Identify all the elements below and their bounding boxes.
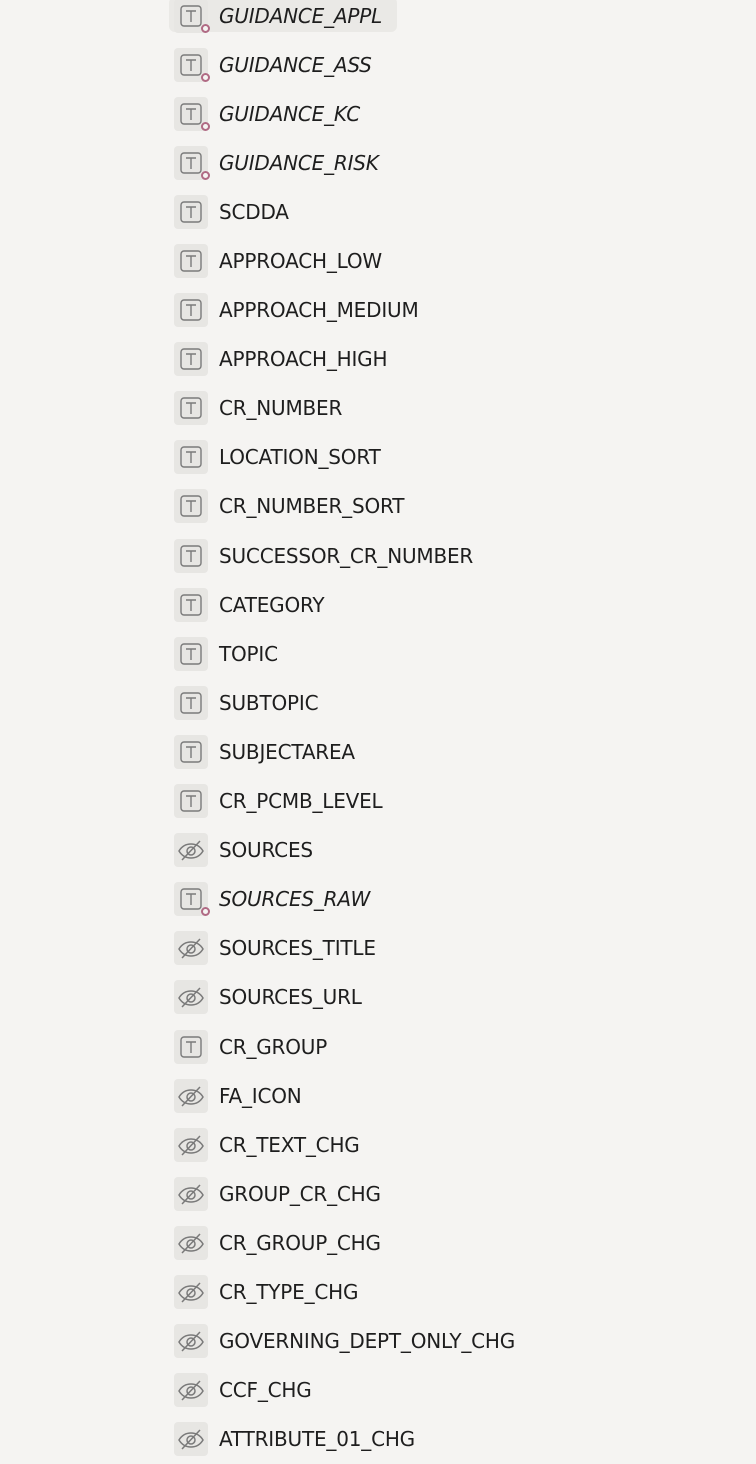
hidden-eye-icon (174, 1324, 208, 1359)
field-label: APPROACH_MEDIUM (219, 298, 419, 323)
list-item[interactable]: APPROACH_HIGH (0, 335, 756, 384)
list-item[interactable]: LOCATION_SORT (0, 433, 756, 482)
text-field-icon (174, 587, 208, 622)
hidden-eye-icon (174, 980, 208, 1015)
field-label: FA_ICON (219, 1083, 302, 1108)
text-field-icon (174, 734, 208, 769)
list-item[interactable]: SCDDA (0, 187, 756, 236)
hidden-eye-icon (174, 1274, 208, 1309)
calculated-marker-icon (201, 907, 210, 917)
field-label: GUIDANCE_APPL (219, 3, 383, 28)
field-label: CR_GROUP (219, 1034, 328, 1059)
text-field-icon (174, 244, 208, 279)
hidden-eye-icon (174, 1127, 208, 1162)
list-item[interactable]: SOURCES_URL (0, 973, 756, 1022)
hidden-eye-icon (174, 833, 208, 868)
calculated-marker-icon (201, 121, 210, 131)
field-label: SOURCES (219, 838, 313, 863)
text-field-icon (174, 489, 208, 524)
list-item[interactable]: TOPIC (0, 629, 756, 678)
text-field-icon (174, 342, 208, 377)
text-field-icon (174, 194, 208, 229)
field-label: APPROACH_HIGH (219, 347, 388, 372)
list-item[interactable]: GUIDANCE_APPL (0, 0, 756, 40)
list-item[interactable]: GUIDANCE_KC (0, 89, 756, 138)
field-label: CR_NUMBER_SORT (219, 494, 405, 519)
list-item[interactable]: CATEGORY (0, 580, 756, 629)
text-field-icon (174, 784, 208, 819)
list-item[interactable]: CR_GROUP (0, 1022, 756, 1071)
field-label: CR_PCMB_LEVEL (219, 789, 383, 814)
list-item[interactable]: CR_NUMBER_SORT (0, 482, 756, 531)
list-item[interactable]: FA_ICON (0, 1071, 756, 1120)
text-field-icon (174, 636, 208, 671)
field-label: APPROACH_LOW (219, 249, 382, 274)
list-item[interactable]: GUIDANCE_ASS (0, 40, 756, 89)
calculated-marker-icon (201, 170, 210, 180)
field-label: SCDDA (219, 199, 289, 224)
list-item[interactable]: SOURCES_RAW (0, 875, 756, 924)
list-item[interactable]: CCF_CHG (0, 1366, 756, 1415)
text-field-icon (174, 685, 208, 720)
text-field-icon (174, 538, 208, 573)
field-label: SUBJECTAREA (219, 739, 355, 764)
field-label: GUIDANCE_KC (219, 101, 361, 126)
hidden-eye-icon (174, 1422, 208, 1457)
field-list: GUIDANCE_APPL GUIDANCE_ASS GUIDANCE_KC GUID… (0, 0, 756, 1464)
list-item[interactable]: GUIDANCE_RISK (0, 138, 756, 187)
field-label: SOURCES_RAW (219, 887, 371, 912)
text-field-icon (174, 96, 210, 131)
field-label: GROUP_CR_CHG (219, 1181, 381, 1206)
list-item[interactable]: GROUP_CR_CHG (0, 1169, 756, 1218)
text-field-icon (174, 1029, 208, 1064)
list-item[interactable]: CR_PCMB_LEVEL (0, 777, 756, 826)
field-label: TOPIC (219, 641, 278, 666)
text-field-icon (174, 882, 210, 917)
list-item[interactable]: SUCCESSOR_CR_NUMBER (0, 531, 756, 580)
field-label: GOVERNING_DEPT_ONLY_CHG (219, 1329, 516, 1354)
text-field-icon (174, 440, 208, 475)
hidden-eye-icon (174, 931, 208, 966)
field-label: LOCATION_SORT (219, 445, 381, 470)
field-label: GUIDANCE_ASS (219, 52, 372, 77)
list-item[interactable]: APPROACH_MEDIUM (0, 286, 756, 335)
field-label: CATEGORY (219, 592, 325, 617)
text-field-icon (174, 293, 208, 328)
field-label: SOURCES_TITLE (219, 936, 376, 961)
list-item[interactable]: APPROACH_LOW (0, 236, 756, 285)
list-item[interactable]: CR_GROUP_CHG (0, 1218, 756, 1267)
field-label: CR_TYPE_CHG (219, 1279, 359, 1304)
list-item[interactable]: CR_TYPE_CHG (0, 1267, 756, 1316)
hidden-eye-icon (174, 1176, 208, 1211)
field-label: ATTRIBUTE_01_CHG (219, 1427, 415, 1452)
calculated-marker-icon (201, 23, 210, 33)
list-item[interactable]: SUBJECTAREA (0, 727, 756, 776)
hidden-eye-icon (174, 1078, 208, 1113)
text-field-icon (174, 391, 208, 426)
hidden-eye-icon (174, 1225, 208, 1260)
field-label: SUCCESSOR_CR_NUMBER (219, 543, 474, 568)
text-field-icon (174, 47, 210, 82)
field-label: CR_GROUP_CHG (219, 1230, 381, 1255)
list-item[interactable]: CR_NUMBER (0, 384, 756, 433)
field-label: CR_NUMBER (219, 396, 343, 421)
list-item[interactable]: GOVERNING_DEPT_ONLY_CHG (0, 1317, 756, 1366)
field-label: SOURCES_URL (219, 985, 362, 1010)
list-item[interactable]: CR_TEXT_CHG (0, 1120, 756, 1169)
calculated-marker-icon (201, 72, 210, 82)
list-item[interactable]: SOURCES_TITLE (0, 924, 756, 973)
list-item[interactable]: SUBTOPIC (0, 678, 756, 727)
field-label: GUIDANCE_RISK (219, 150, 379, 175)
hidden-eye-icon (174, 1373, 208, 1408)
field-label: CR_TEXT_CHG (219, 1132, 360, 1157)
list-item[interactable]: ATTRIBUTE_01_CHG (0, 1415, 756, 1464)
field-label: SUBTOPIC (219, 690, 319, 715)
text-field-icon (174, 0, 210, 33)
field-label: CCF_CHG (219, 1378, 312, 1403)
list-item[interactable]: SOURCES (0, 826, 756, 875)
text-field-icon (174, 145, 210, 180)
